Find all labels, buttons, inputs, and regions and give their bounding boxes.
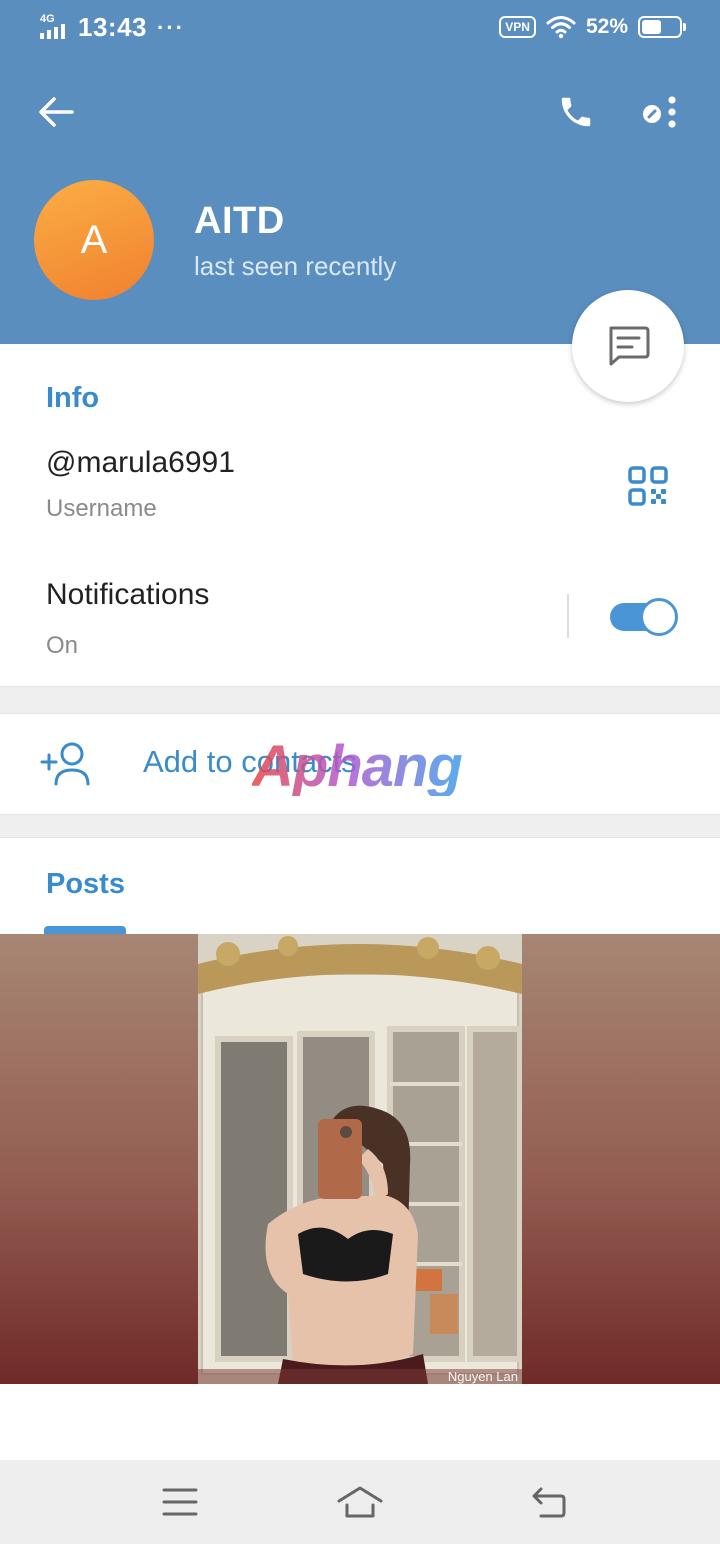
status-bar: 4G 13:43 ··· VPN 52% xyxy=(0,0,720,58)
post-photo-illustration xyxy=(198,934,522,1384)
home-icon xyxy=(337,1486,383,1518)
cellular-signal-icon: 4G xyxy=(38,13,72,43)
message-bubble-icon xyxy=(609,326,650,366)
watermark-logo: Aphang xyxy=(252,734,463,799)
notifications-toggle[interactable] xyxy=(610,597,678,637)
add-person-icon xyxy=(40,742,90,786)
back-button[interactable] xyxy=(34,90,78,134)
more-notifications-icon: ··· xyxy=(157,14,185,40)
profile-status: last seen recently xyxy=(194,251,397,281)
post-media[interactable]: Nguyen Lan xyxy=(0,934,720,1384)
notifications-label[interactable]: Notifications xyxy=(46,578,209,612)
qr-code-icon xyxy=(628,466,668,506)
add-to-contacts-row[interactable]: Add to contacts Aphang xyxy=(0,714,720,814)
more-options-icon xyxy=(643,96,676,128)
recent-apps-button[interactable] xyxy=(152,1478,208,1526)
battery-percent: 52% xyxy=(585,15,628,38)
notifications-status: On xyxy=(46,632,79,659)
call-button[interactable] xyxy=(552,88,600,136)
wifi-icon xyxy=(546,16,576,39)
clock: 13:43 xyxy=(78,12,147,42)
username-value[interactable]: @marula6991 xyxy=(46,446,235,480)
battery-level xyxy=(642,20,661,34)
avatar[interactable]: A xyxy=(34,180,154,300)
toggle-knob xyxy=(640,598,678,636)
back-icon xyxy=(532,1487,566,1518)
status-left: 4G 13:43 ··· xyxy=(38,12,185,43)
divider xyxy=(567,594,569,638)
username-label: Username xyxy=(46,495,157,522)
home-button[interactable] xyxy=(332,1478,388,1526)
info-section-title: Info xyxy=(46,382,100,414)
battery-icon xyxy=(638,16,686,38)
tab-posts[interactable]: Posts xyxy=(46,868,125,901)
phone-icon xyxy=(561,97,591,127)
section-separator xyxy=(0,686,720,714)
menu-icon xyxy=(162,1488,198,1516)
status-right: VPN 52% xyxy=(499,15,686,39)
tab-indicator xyxy=(44,926,126,934)
profile-name: AITD xyxy=(194,200,285,242)
more-options-button[interactable] xyxy=(636,88,684,136)
section-separator xyxy=(0,814,720,838)
system-back-button[interactable] xyxy=(520,1478,576,1526)
send-message-button[interactable] xyxy=(572,290,684,402)
photo-credit: Nguyen Lan xyxy=(447,1369,518,1384)
system-navigation-bar xyxy=(0,1460,720,1544)
post-photo[interactable]: Nguyen Lan xyxy=(198,934,522,1384)
qr-code-button[interactable] xyxy=(624,462,672,510)
arrow-left-icon xyxy=(39,97,74,127)
vpn-badge: VPN xyxy=(499,16,536,38)
